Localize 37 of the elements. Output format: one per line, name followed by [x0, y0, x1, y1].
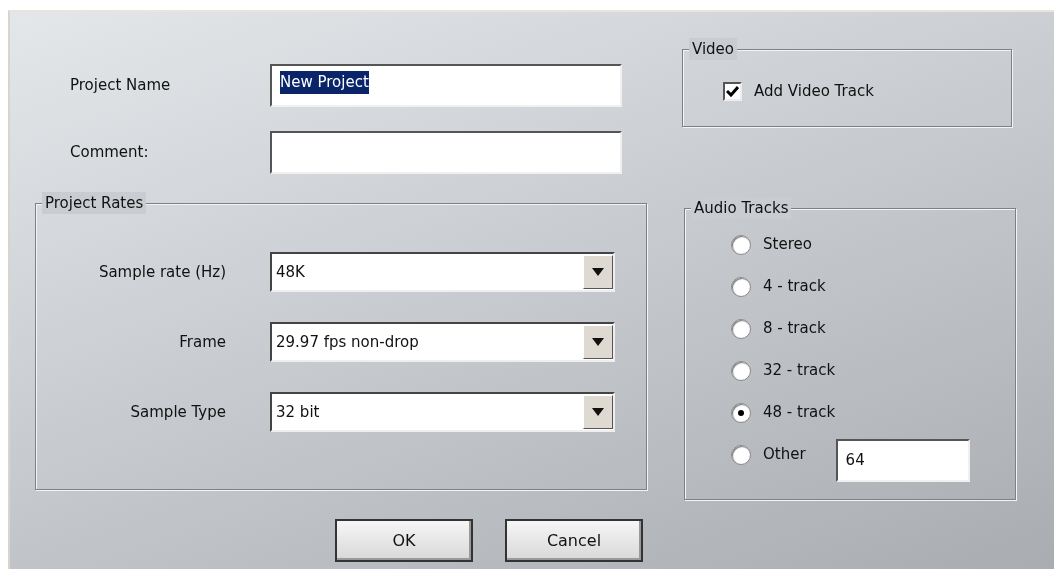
radio-label: Other — [763, 444, 806, 466]
radio-label: 8 - track — [763, 318, 826, 340]
radio-button[interactable] — [731, 360, 751, 381]
field-label: Sample rate (Hz) — [98, 262, 226, 281]
dropdown-button[interactable] — [583, 395, 613, 429]
radio-button[interactable] — [731, 276, 751, 297]
dropdown[interactable]: 48K — [270, 252, 615, 292]
dialog-button[interactable]: OK — [335, 519, 473, 562]
dropdown-button[interactable] — [583, 325, 613, 359]
group-title: Video — [689, 38, 738, 60]
caret-icon — [592, 408, 604, 416]
field-label: Frame — [179, 332, 226, 351]
checkmark-icon — [726, 85, 739, 97]
text-field[interactable] — [270, 131, 622, 174]
radio-label: 48 - track — [763, 402, 836, 424]
field-label: Sample Type — [130, 402, 226, 421]
checkbox[interactable] — [723, 81, 742, 101]
radio-label: Stereo — [763, 234, 812, 256]
radio-label: 32 - track — [763, 360, 836, 382]
dropdown[interactable]: 32 bit — [270, 392, 615, 432]
dropdown-button[interactable] — [583, 255, 613, 289]
caret-icon — [592, 268, 604, 276]
checkbox-label: Add Video Track — [754, 81, 874, 102]
dialog-button[interactable]: Cancel — [505, 519, 643, 562]
radio-button[interactable] — [731, 318, 751, 339]
radio-button[interactable] — [731, 234, 751, 255]
radio-button[interactable] — [731, 402, 751, 423]
caret-icon — [592, 338, 604, 346]
text-field[interactable]: New Project — [270, 64, 622, 107]
field-label: Project Name — [70, 76, 171, 95]
dropdown[interactable]: 29.97 fps non-drop — [270, 322, 615, 362]
radio-label: 4 - track — [763, 276, 826, 298]
radio-button[interactable] — [731, 444, 751, 465]
group-title: Project Rates — [42, 192, 147, 214]
text-field[interactable]: 64 — [835, 439, 970, 482]
field-label: Comment: — [70, 143, 149, 162]
group-title: Audio Tracks — [691, 197, 792, 219]
